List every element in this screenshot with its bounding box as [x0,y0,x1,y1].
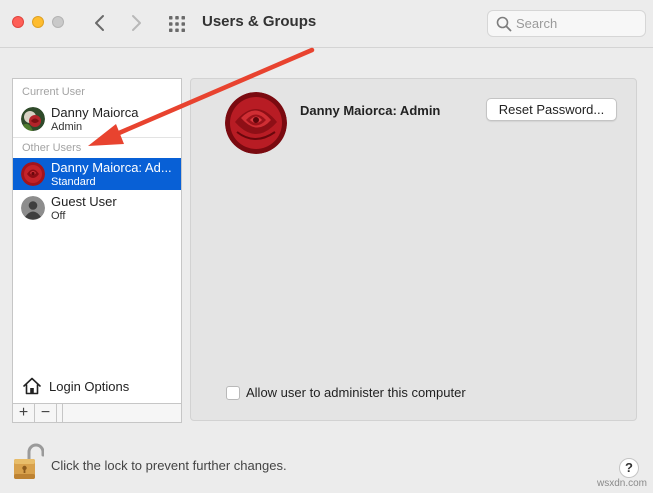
user-row-guest[interactable]: Guest User Off [13,192,181,224]
selected-user-name: Danny Maiorca: Admin [300,103,441,118]
search-input[interactable] [516,14,640,33]
close-window-button[interactable] [12,16,24,28]
users-sidebar: Current User Danny Maiorca Admin Other U… [12,78,182,423]
remove-user-button[interactable]: − [35,404,57,422]
chevron-right-icon [132,15,141,31]
user-name: Danny Maiorca: Ad... [51,160,172,175]
section-divider [13,137,181,138]
search-icon [496,16,512,32]
user-role: Off [51,210,66,222]
grid-icon [169,16,185,32]
login-options-item[interactable]: Login Options [13,372,181,402]
title-bar: Users & Groups [0,0,653,48]
current-user-heading: Current User [22,86,85,98]
sidebar-toolbar: + − [13,403,181,422]
user-detail-panel: Danny Maiorca: Admin Reset Password... A… [190,78,637,421]
person-avatar-icon [21,196,45,220]
show-all-button[interactable] [166,13,188,35]
toolbar-spacer [57,404,63,422]
chevron-left-icon [95,15,104,31]
lock-icon[interactable] [12,443,45,481]
rose-avatar [21,107,45,131]
login-options-label: Login Options [49,379,130,394]
zoom-window-button[interactable] [52,16,64,28]
help-button[interactable]: ? [619,458,639,478]
back-button[interactable] [88,10,112,36]
allow-admin-checkbox[interactable] [226,386,240,400]
red-rose-avatar [21,162,45,186]
user-name: Guest User [51,194,117,209]
user-role: Admin [51,121,83,133]
other-users-heading: Other Users [22,142,82,154]
lock-status-text: Click the lock to prevent further change… [51,458,287,473]
reset-password-button[interactable]: Reset Password... [486,98,617,121]
red-rose-avatar-large[interactable] [225,92,287,154]
add-user-button[interactable]: + [13,404,35,422]
allow-admin-label[interactable]: Allow user to administer this computer [246,385,466,400]
search-field[interactable] [487,10,646,37]
user-role: Standard [51,176,96,188]
minimize-window-button[interactable] [32,16,44,28]
forward-button[interactable] [124,10,148,36]
user-row-standard[interactable]: Danny Maiorca: Ad... Standard [13,158,181,190]
window-title: Users & Groups [202,13,317,30]
user-row-admin[interactable]: Danny Maiorca Admin [13,103,181,135]
user-name: Danny Maiorca [51,105,139,120]
house-icon [23,377,41,395]
watermark-text: wsxdn.com [597,478,648,489]
